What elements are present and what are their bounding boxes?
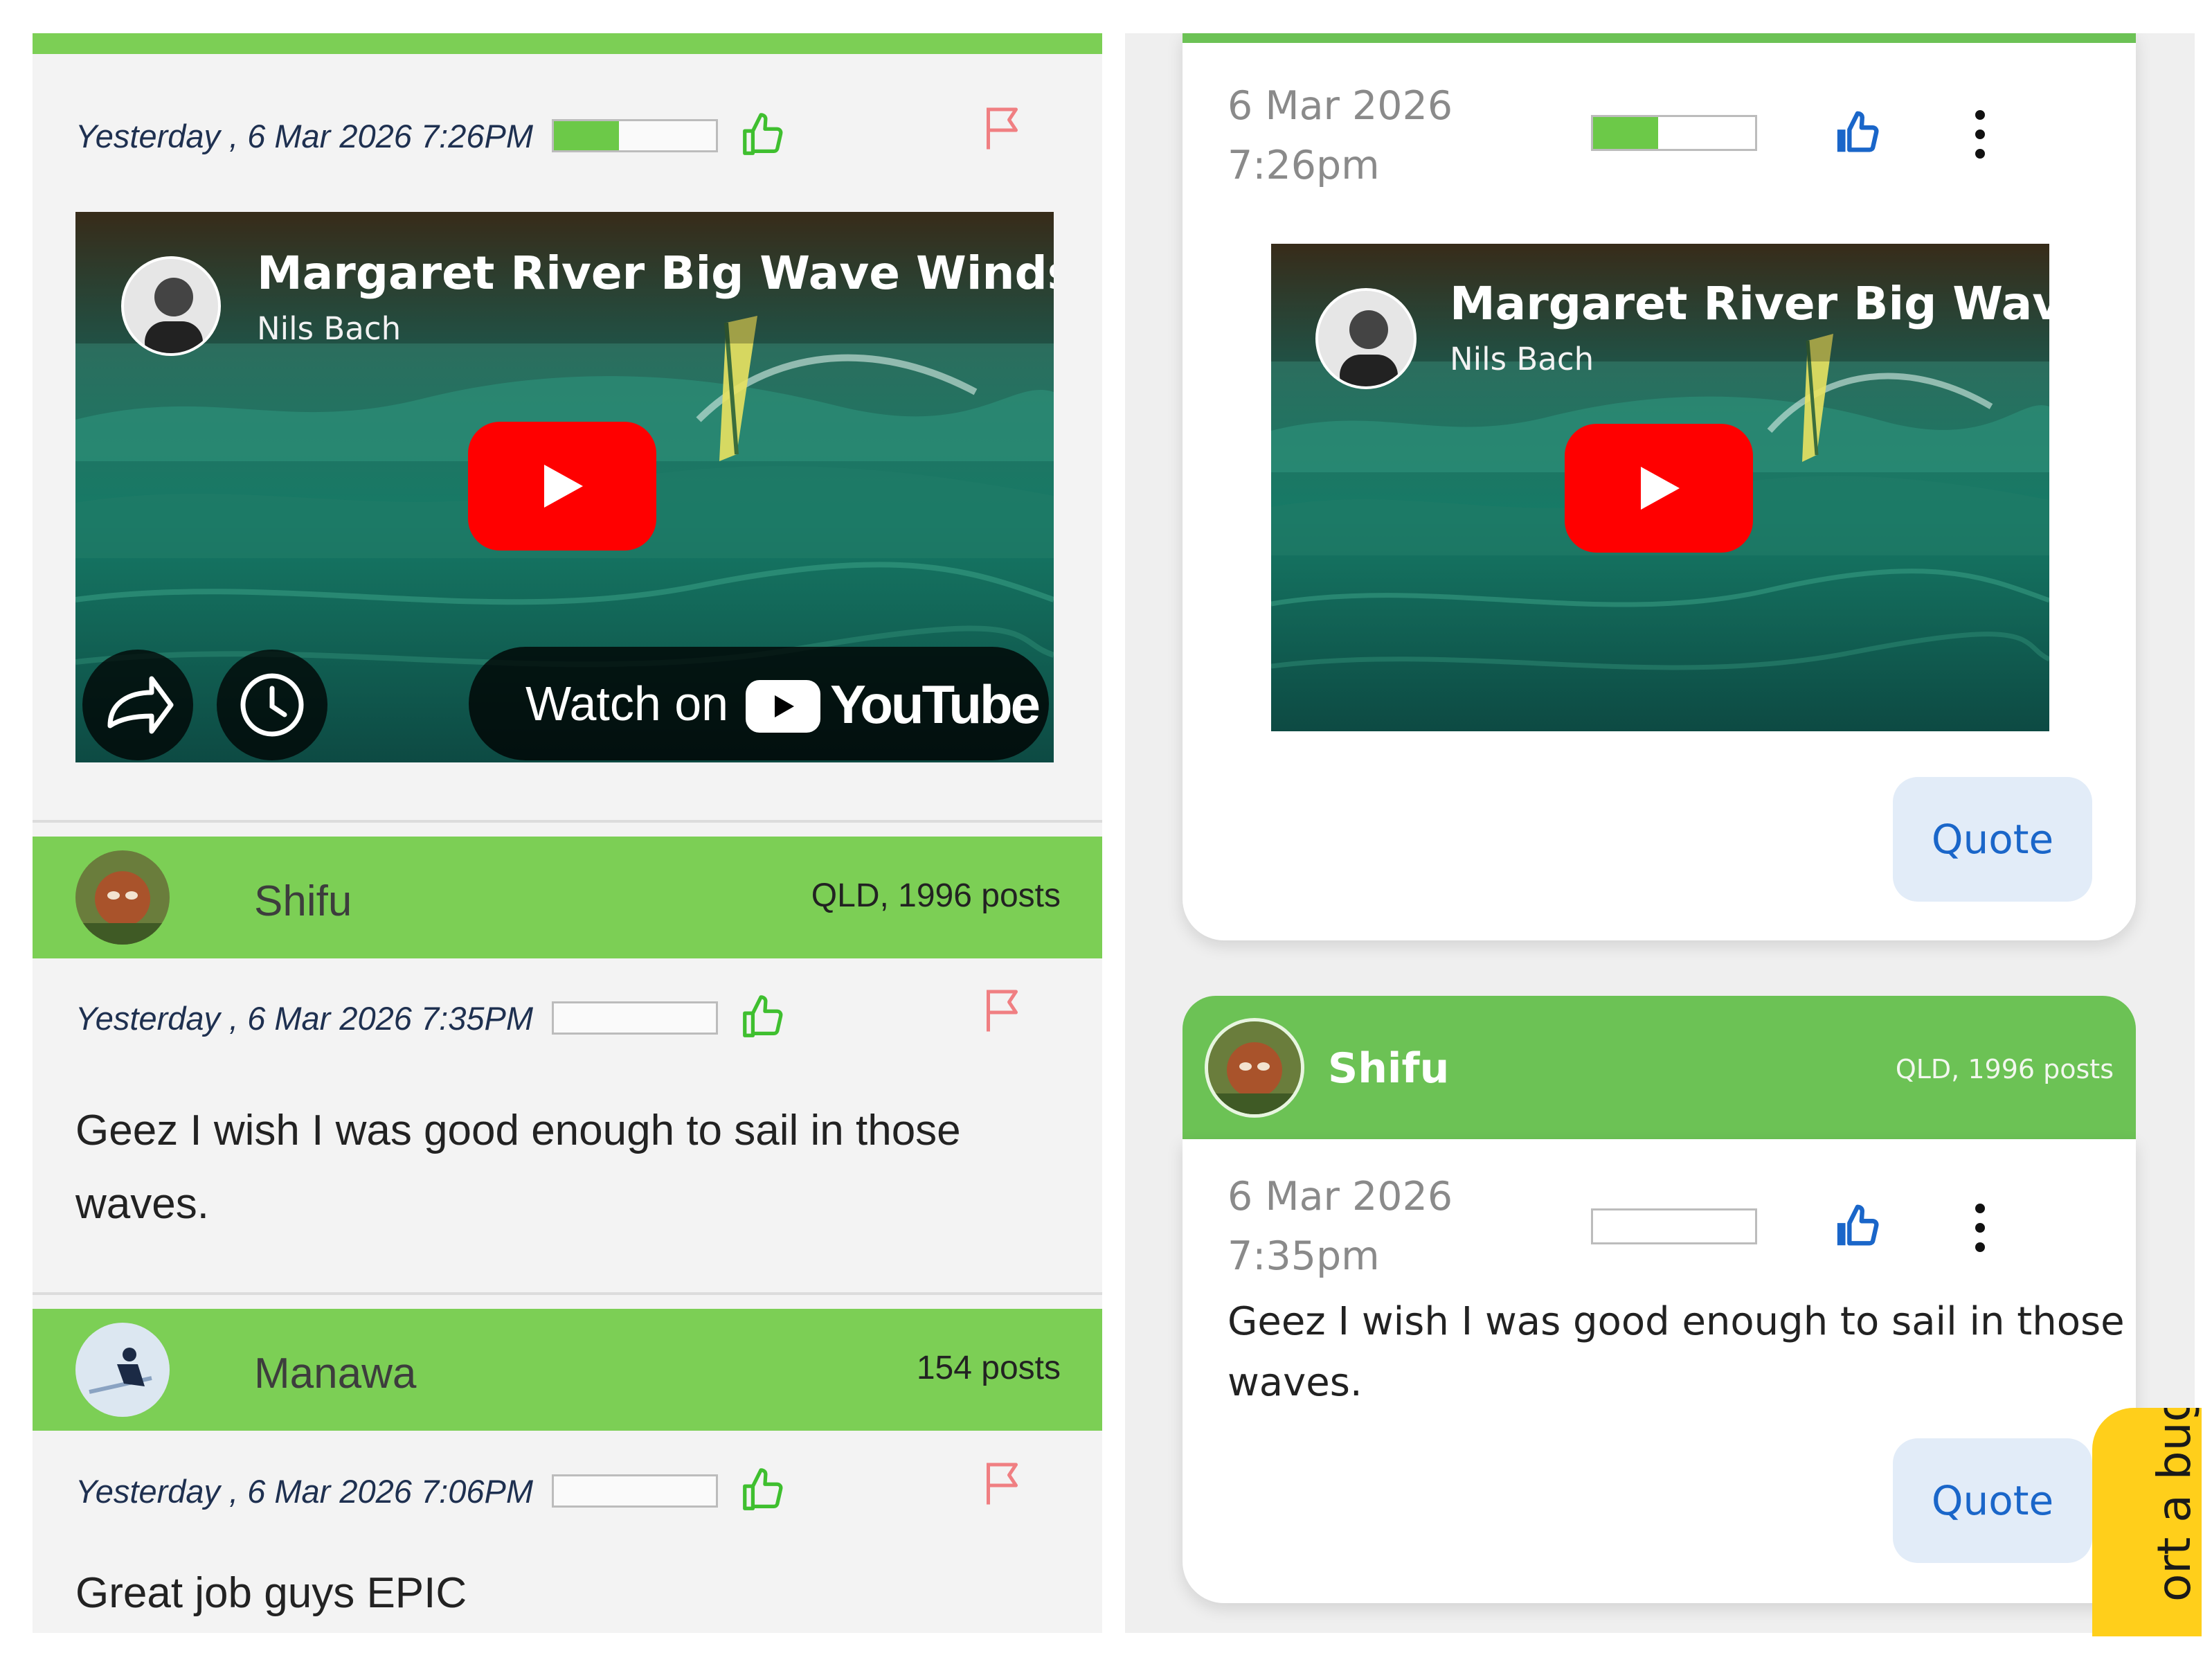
post-date-day: 6 Mar 2026 [1228, 1174, 1453, 1219]
post-date: Yesterday , 6 Mar 2026 7:06PM [75, 1472, 533, 1510]
post-body: Geez I wish I was good enough to sail in… [1228, 1299, 2125, 1405]
post-card: 6 Mar 2026 7:26pm Margaret River Big Wav… [1183, 33, 2136, 940]
post-meta: Yesterday , 6 Mar 2026 7:26PM [75, 115, 533, 157]
user-stats: 154 posts [916, 1350, 1061, 1386]
channel-avatar[interactable] [1315, 288, 1417, 389]
rating-bar [1591, 115, 1757, 151]
thumbs-up-icon[interactable] [739, 993, 787, 1042]
play-button[interactable] [1565, 424, 1753, 553]
channel-avatar[interactable] [121, 256, 221, 356]
post-date-time: 7:35pm [1228, 1233, 1380, 1279]
rating-fill [1593, 117, 1658, 149]
youtube-embed[interactable]: Margaret River Big Wave Windsu Nils Bach… [75, 212, 1054, 762]
video-channel[interactable]: Nils Bach [1450, 341, 1594, 377]
play-icon [1641, 467, 1680, 510]
post-date: Yesterday , 6 Mar 2026 7:35PM [75, 999, 533, 1037]
share-button[interactable] [82, 650, 193, 760]
rating-bar [552, 1001, 718, 1035]
post-meta: Yesterday , 6 Mar 2026 7:06PM [75, 1470, 533, 1512]
user-avatar[interactable] [1205, 1018, 1304, 1118]
more-options-icon[interactable] [1966, 107, 1994, 162]
watch-on-label: Watch on [525, 677, 729, 731]
youtube-logo-icon [746, 680, 820, 733]
post-card: 6 Mar 2026 7:35pm Geez I wish I was good… [1183, 1139, 2136, 1603]
thumbs-up-icon[interactable] [739, 111, 787, 159]
user-avatar[interactable] [75, 850, 170, 945]
play-button[interactable] [468, 422, 656, 551]
video-title[interactable]: Margaret River Big Wave Windsu [257, 247, 1054, 300]
clock-icon [240, 673, 304, 737]
post-header-shifu: Shifu QLD, 1996 posts [1183, 996, 2136, 1139]
post-date-day: 6 Mar 2026 [1228, 83, 1453, 129]
post-date-time: 7:26pm [1228, 143, 1380, 188]
thumbs-up-icon[interactable] [739, 1466, 787, 1514]
new-forum-view: 6 Mar 2026 7:26pm Margaret River Big Wav… [1125, 33, 2195, 1633]
more-options-icon[interactable] [1966, 1200, 1994, 1256]
post-date: 6 Mar 2026 7:35pm [1228, 1167, 1453, 1286]
post-separator [33, 820, 1102, 823]
username[interactable]: Shifu [254, 877, 352, 926]
share-icon [107, 676, 174, 734]
user-stats: QLD, 1996 posts [1895, 1054, 2114, 1084]
post-date: Yesterday , 6 Mar 2026 7:26PM [75, 117, 533, 154]
youtube-embed[interactable]: Margaret River Big Wave Nils Bach [1271, 244, 2049, 731]
rating-bar [552, 1474, 718, 1508]
quote-button[interactable]: Quote [1893, 777, 2092, 902]
post-body: Great job guys EPIC [75, 1569, 467, 1617]
play-icon [544, 465, 583, 508]
report-bug-tab[interactable]: ort a bug [2092, 1408, 2202, 1636]
user-stats: QLD, 1996 posts [811, 877, 1061, 914]
user-avatar[interactable] [75, 1323, 170, 1417]
video-title[interactable]: Margaret River Big Wave [1450, 277, 2049, 330]
header-strip [1183, 33, 2136, 43]
thumbs-up-icon[interactable] [1833, 1203, 1882, 1251]
post-meta: Yesterday , 6 Mar 2026 7:35PM [75, 997, 533, 1039]
thumbs-up-icon[interactable] [1833, 109, 1882, 158]
post-header-shifu: Shifu QLD, 1996 posts [33, 837, 1102, 958]
youtube-wordmark: YouTube [830, 674, 1041, 735]
post-date: 6 Mar 2026 7:26pm [1228, 76, 1453, 195]
watch-later-button[interactable] [217, 650, 327, 760]
flag-icon[interactable] [982, 1458, 1025, 1506]
previous-post-header [33, 33, 1102, 54]
video-channel[interactable]: Nils Bach [257, 310, 401, 347]
old-forum-view: Yesterday , 6 Mar 2026 7:26PM Margaret R… [33, 33, 1102, 1633]
report-bug-label: ort a bug [2148, 1408, 2201, 1602]
rating-fill [554, 121, 619, 150]
watch-on-youtube-button[interactable]: Watch on YouTube [469, 647, 1049, 760]
post-header-manawa: Manawa 154 posts [33, 1309, 1102, 1431]
post-separator [33, 1292, 1102, 1295]
username[interactable]: Shifu [1328, 1044, 1449, 1093]
flag-icon[interactable] [982, 102, 1025, 151]
flag-icon[interactable] [982, 985, 1025, 1033]
rating-bar [552, 119, 718, 152]
quote-button[interactable]: Quote [1893, 1438, 2092, 1563]
post-body: Geez I wish I was good enough to sail in… [75, 1107, 961, 1228]
rating-bar [1591, 1208, 1757, 1244]
username[interactable]: Manawa [254, 1349, 416, 1398]
